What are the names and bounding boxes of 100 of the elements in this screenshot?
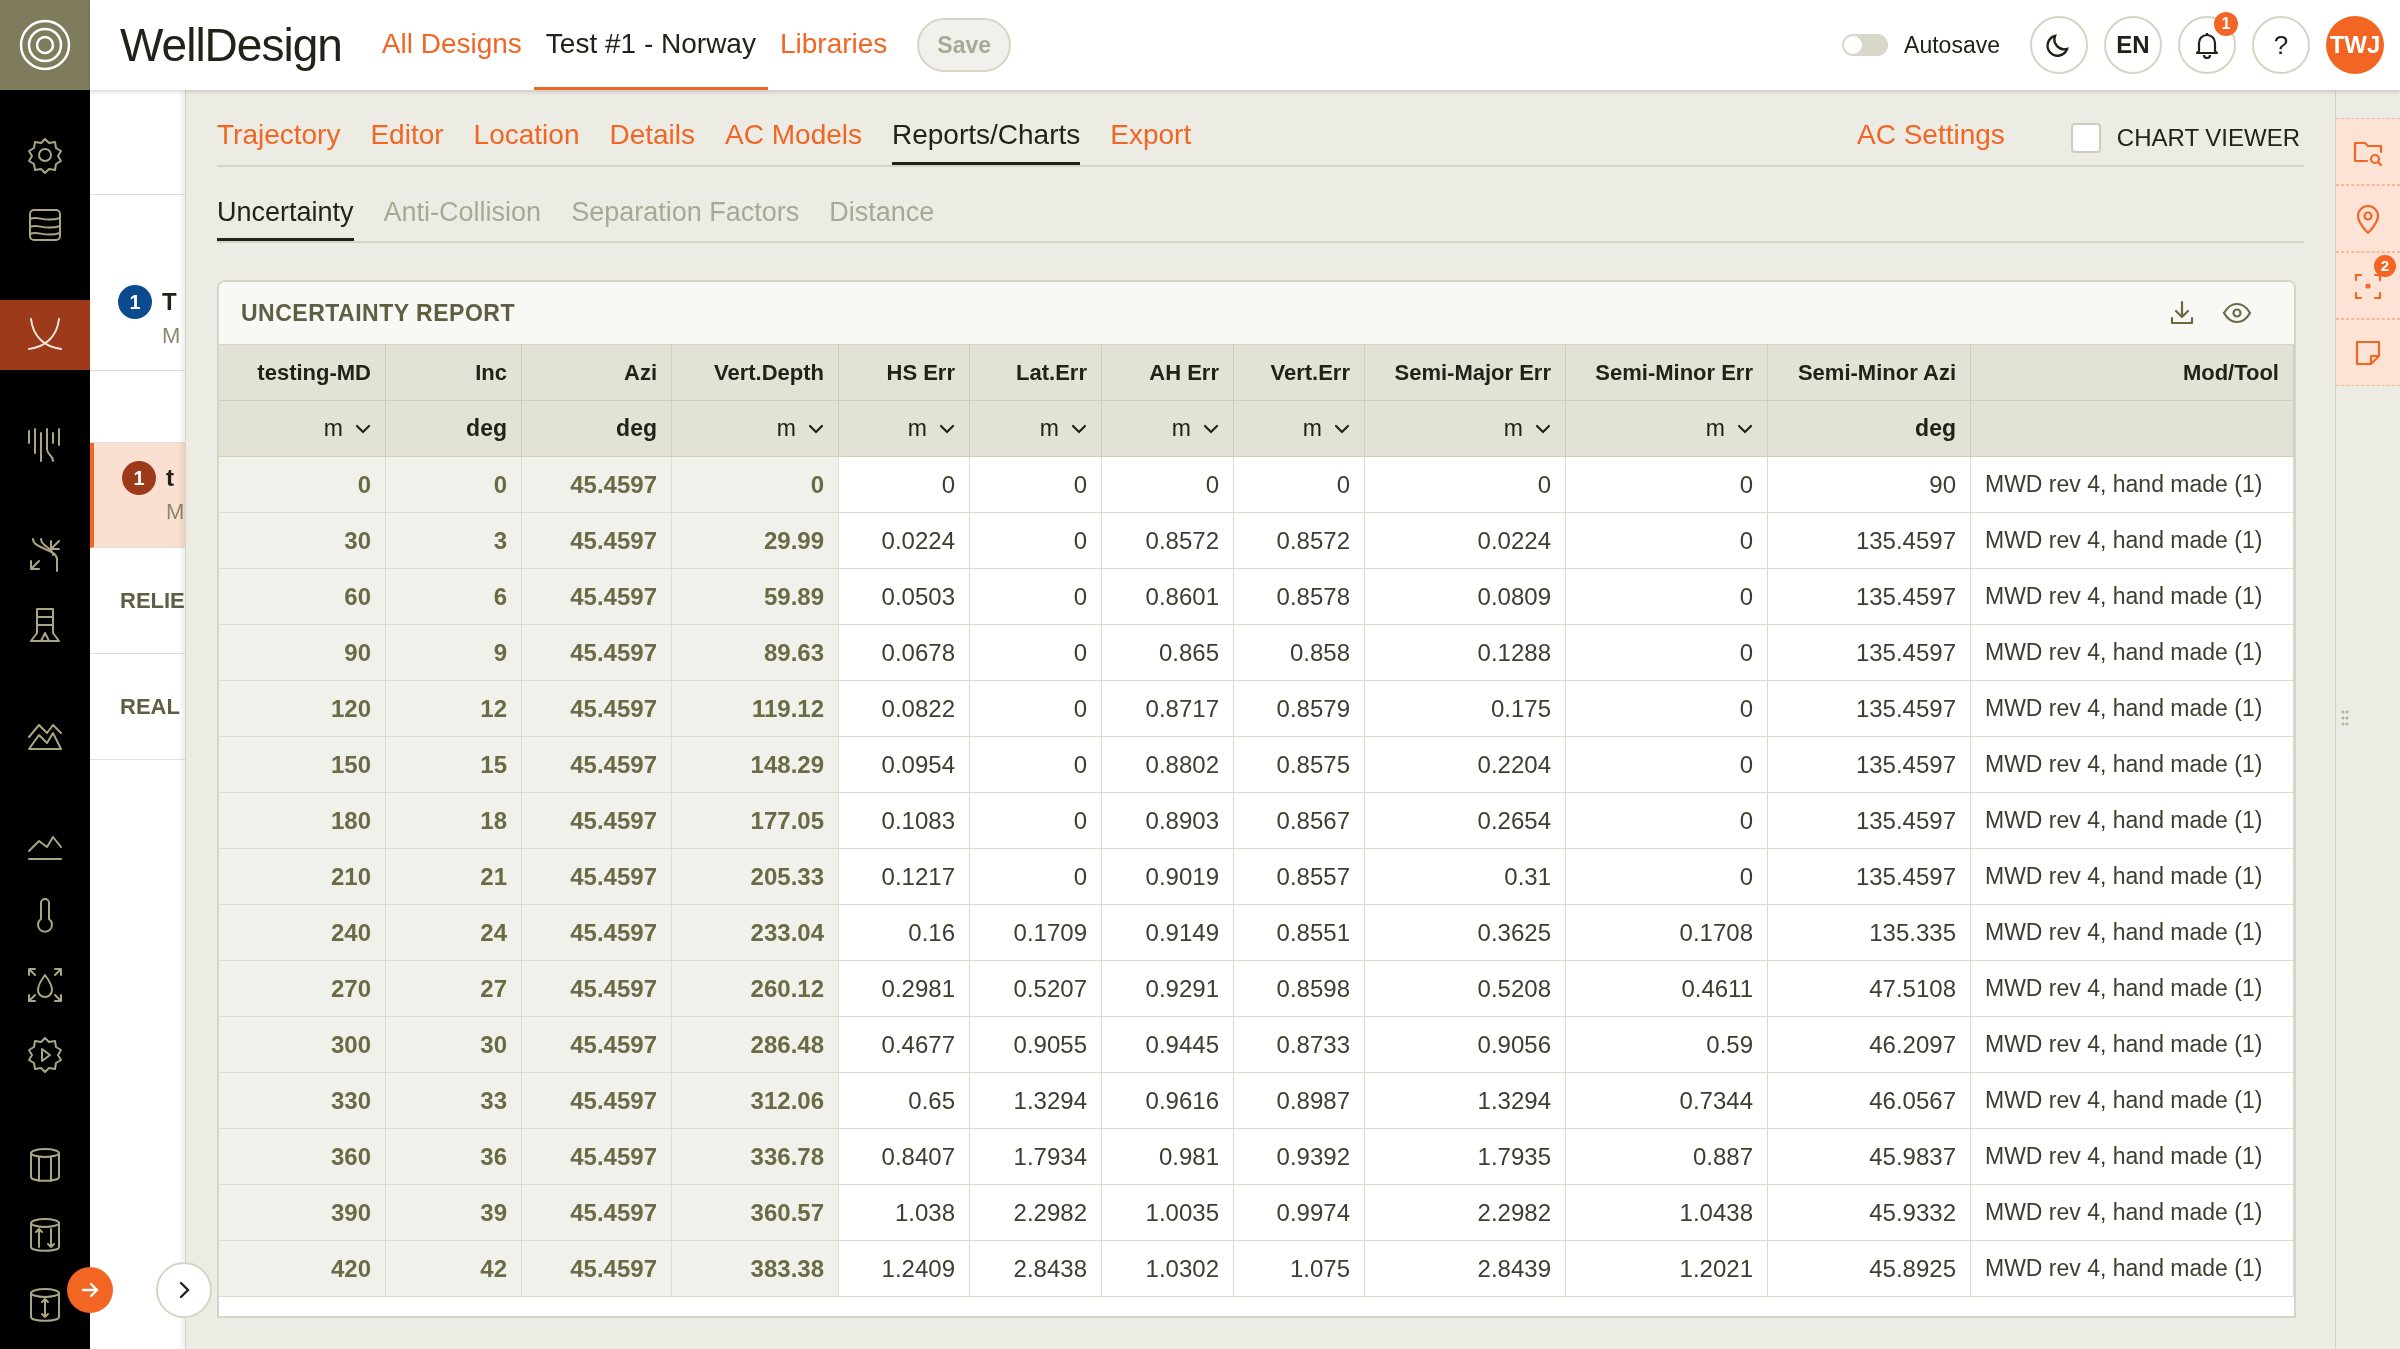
chevron-down-icon [1203, 423, 1219, 434]
table-cell: 0.8557 [1234, 849, 1365, 905]
table-cell: 45.4597 [522, 737, 672, 793]
focus-button[interactable]: 2 [2336, 252, 2400, 319]
unit-dropdown[interactable]: m [1705, 411, 1753, 446]
table-cell: 0.8575 [1234, 737, 1365, 793]
tab[interactable]: Details [609, 114, 696, 165]
location-button[interactable] [2336, 185, 2400, 252]
table-cell: 45.4597 [522, 1073, 672, 1129]
note-button[interactable] [2336, 319, 2400, 386]
column-header: AH Err [1102, 345, 1234, 401]
table-cell: 45.4597 [522, 1185, 672, 1241]
chart-viewer-checkbox[interactable] [2070, 123, 2101, 153]
table-cell: 148.29 [672, 737, 839, 793]
tab[interactable]: Trajectory [217, 114, 341, 165]
unit-dropdown[interactable]: m [907, 411, 955, 446]
help-button[interactable]: ? [2252, 16, 2310, 74]
table-cell: 0.8717 [1102, 681, 1234, 737]
table-cell: 383.38 [672, 1241, 839, 1297]
table-cell: 336.78 [672, 1129, 839, 1185]
table-cell: 45.4597 [522, 457, 672, 513]
table-cell: 205.33 [672, 849, 839, 905]
language-button[interactable]: EN [2104, 16, 2162, 74]
table-cell: 0.8572 [1102, 513, 1234, 569]
table-cell: 0 [672, 457, 839, 513]
number-badge: 1 [122, 461, 156, 495]
table-cell: 135.4597 [1768, 513, 1971, 569]
table-cell: 1.7934 [970, 1129, 1102, 1185]
table-cell: 0.8903 [1102, 793, 1234, 849]
table-cell: MWD rev 4, hand made (1) [1971, 737, 2294, 793]
table-cell: 12 [386, 681, 522, 737]
sidebar-nav-button[interactable] [0, 300, 90, 370]
tab[interactable]: Export [1110, 114, 1192, 165]
sub-tab[interactable]: Uncertainty [217, 191, 354, 241]
table-cell: 0.9616 [1102, 1073, 1234, 1129]
design-subtitle: M [162, 322, 181, 350]
table-cell: MWD rev 4, hand made (1) [1971, 793, 2294, 849]
chevron-right-icon [177, 1280, 191, 1300]
unit-dropdown[interactable]: m [1503, 411, 1551, 446]
nav-link[interactable]: All Designs [369, 0, 534, 90]
folder-search-button[interactable] [2336, 118, 2400, 185]
tab[interactable]: Location [473, 114, 580, 165]
collapse-toggle-button[interactable] [156, 1262, 212, 1318]
nav-link[interactable]: Libraries [767, 0, 900, 90]
table-cell: 45.4597 [522, 905, 672, 961]
table-cell: MWD rev 4, hand made (1) [1971, 849, 2294, 905]
eye-icon[interactable] [2222, 302, 2252, 324]
table-cell: MWD rev 4, hand made (1) [1971, 625, 2294, 681]
sub-tab[interactable]: Separation Factors [571, 191, 800, 241]
table-cell: 1.2021 [1566, 1241, 1768, 1297]
table-cell: 0.981 [1102, 1129, 1234, 1185]
table-cell: 177.05 [672, 793, 839, 849]
unit-dropdown[interactable]: m [323, 411, 371, 446]
table-cell: 0 [1102, 457, 1234, 513]
table-cell: 135.4597 [1768, 737, 1971, 793]
chevron-down-icon [1737, 423, 1753, 434]
column-header: Azi [522, 345, 672, 401]
table-cell: 330 [219, 1073, 386, 1129]
table-cell: 0 [839, 457, 970, 513]
nav-link[interactable]: Test #1 - Norway [533, 0, 768, 90]
table-cell: 233.04 [672, 905, 839, 961]
tab[interactable]: Reports/Charts [892, 114, 1081, 165]
unit-dropdown[interactable]: m [1039, 411, 1087, 446]
design-list-item[interactable]: 1 t M [90, 443, 185, 548]
table-cell: 0.59 [1566, 1017, 1768, 1073]
download-icon[interactable] [2168, 299, 2196, 327]
table-cell: 260.12 [672, 961, 839, 1017]
table-cell: 45.4597 [522, 513, 672, 569]
table-cell: MWD rev 4, hand made (1) [1971, 961, 2294, 1017]
unit-dropdown[interactable]: m [776, 411, 824, 446]
table-cell: 0.0678 [839, 625, 970, 681]
table-cell: 33 [386, 1073, 522, 1129]
table-cell: 0.0224 [839, 513, 970, 569]
autosave-toggle[interactable] [1842, 34, 1889, 56]
autosave-label: Autosave [1904, 30, 2000, 60]
table-cell: 0 [970, 457, 1102, 513]
table-cell: 0.9055 [970, 1017, 1102, 1073]
table-cell: 0 [970, 737, 1102, 793]
table-cell: 45.4597 [522, 569, 672, 625]
table-cell: MWD rev 4, hand made (1) [1971, 1073, 2294, 1129]
tab[interactable]: Editor [370, 114, 444, 165]
table-cell: 0.887 [1566, 1129, 1768, 1185]
table-cell: 360 [219, 1129, 386, 1185]
ac-settings-link[interactable]: AC Settings [1857, 114, 2005, 165]
unit-dropdown[interactable]: m [1171, 411, 1219, 446]
table-cell: 120 [219, 681, 386, 737]
table-cell: MWD rev 4, hand made (1) [1971, 569, 2294, 625]
logo-block[interactable] [0, 0, 90, 90]
table-cell: 0 [970, 625, 1102, 681]
notification-badge: 1 [2214, 12, 2238, 36]
table-cell: 0 [1234, 457, 1365, 513]
sub-tab[interactable]: Anti-Collision [383, 191, 542, 241]
droplet-arrows-icon [25, 965, 65, 1005]
sub-tab[interactable]: Distance [829, 191, 935, 241]
table-cell: 0.0822 [839, 681, 970, 737]
table-cell: 135.4597 [1768, 625, 1971, 681]
theme-button[interactable] [2030, 16, 2088, 74]
user-avatar[interactable]: TWJ [2326, 16, 2384, 74]
unit-dropdown[interactable]: m [1302, 411, 1350, 446]
tab[interactable]: AC Models [725, 114, 862, 165]
